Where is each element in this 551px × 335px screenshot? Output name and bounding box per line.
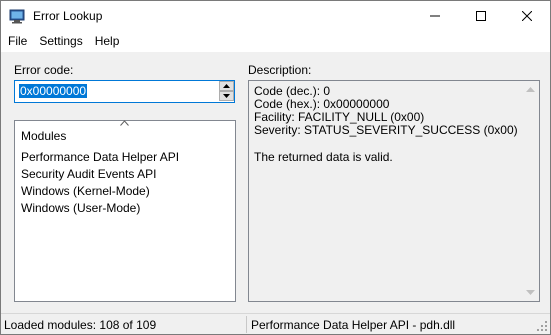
description-scrollbar[interactable] <box>522 81 539 301</box>
description-text: Code (dec.): 0 Code (hex.): 0x00000000 F… <box>254 85 518 164</box>
module-item[interactable]: Performance Data Helper API <box>21 149 179 166</box>
menu-bar: File Settings Help <box>1 31 550 52</box>
menu-settings[interactable]: Settings <box>33 31 88 52</box>
error-code-spinner[interactable] <box>219 81 235 102</box>
window-title: Error Lookup <box>33 9 103 23</box>
loaded-modules-status: Loaded modules: 108 of 109 <box>4 318 157 332</box>
spin-down-button[interactable] <box>219 91 234 101</box>
module-item[interactable]: Windows (User-Mode) <box>21 200 179 217</box>
modules-column-header[interactable]: Modules <box>15 120 235 145</box>
resize-grip-icon[interactable] <box>536 320 548 332</box>
module-items: Performance Data Helper API Security Aud… <box>21 149 179 217</box>
module-item[interactable]: Windows (Kernel-Mode) <box>21 183 179 200</box>
close-button[interactable] <box>504 1 550 31</box>
minimize-icon <box>430 15 440 17</box>
modules-header-label: Modules <box>21 129 67 143</box>
title-bar[interactable]: Error Lookup <box>1 1 550 31</box>
scroll-up-icon <box>526 87 535 92</box>
error-lookup-window: Error Lookup File Settings Help Error co… <box>0 0 551 335</box>
severity-line: Severity: STATUS_SEVERITY_SUCCESS (0x00) <box>254 123 518 137</box>
maximize-icon <box>476 11 486 21</box>
status-bar: Loaded modules: 108 of 109 Performance D… <box>1 313 550 334</box>
current-module-status: Performance Data Helper API - pdh.dll <box>251 318 456 332</box>
menu-help[interactable]: Help <box>89 31 126 52</box>
arrow-down-icon <box>223 94 230 98</box>
close-icon <box>522 11 532 21</box>
spin-up-button[interactable] <box>219 81 234 91</box>
description-message: The returned data is valid. <box>254 150 393 164</box>
arrow-up-icon <box>223 84 230 88</box>
scroll-down-icon <box>526 290 535 295</box>
description-label: Description: <box>248 63 312 77</box>
description-box[interactable]: Code (dec.): 0 Code (hex.): 0x00000000 F… <box>248 80 540 302</box>
module-item[interactable]: Security Audit Events API <box>21 166 179 183</box>
error-code-value: 0x00000000 <box>19 84 88 98</box>
scroll-up-button[interactable] <box>522 81 539 98</box>
sort-ascending-icon <box>120 120 129 126</box>
error-code-label: Error code: <box>14 63 74 77</box>
minimize-button[interactable] <box>412 1 458 31</box>
scroll-down-button[interactable] <box>522 284 539 301</box>
maximize-button[interactable] <box>458 1 504 31</box>
status-divider <box>246 316 247 333</box>
monitor-icon <box>9 9 25 24</box>
menu-file[interactable]: File <box>1 31 33 52</box>
main-content: Error code: Description: 0x00000000 Modu… <box>1 52 550 313</box>
error-code-input[interactable]: 0x00000000 <box>14 80 235 103</box>
modules-list[interactable]: Modules Performance Data Helper API Secu… <box>14 120 236 302</box>
